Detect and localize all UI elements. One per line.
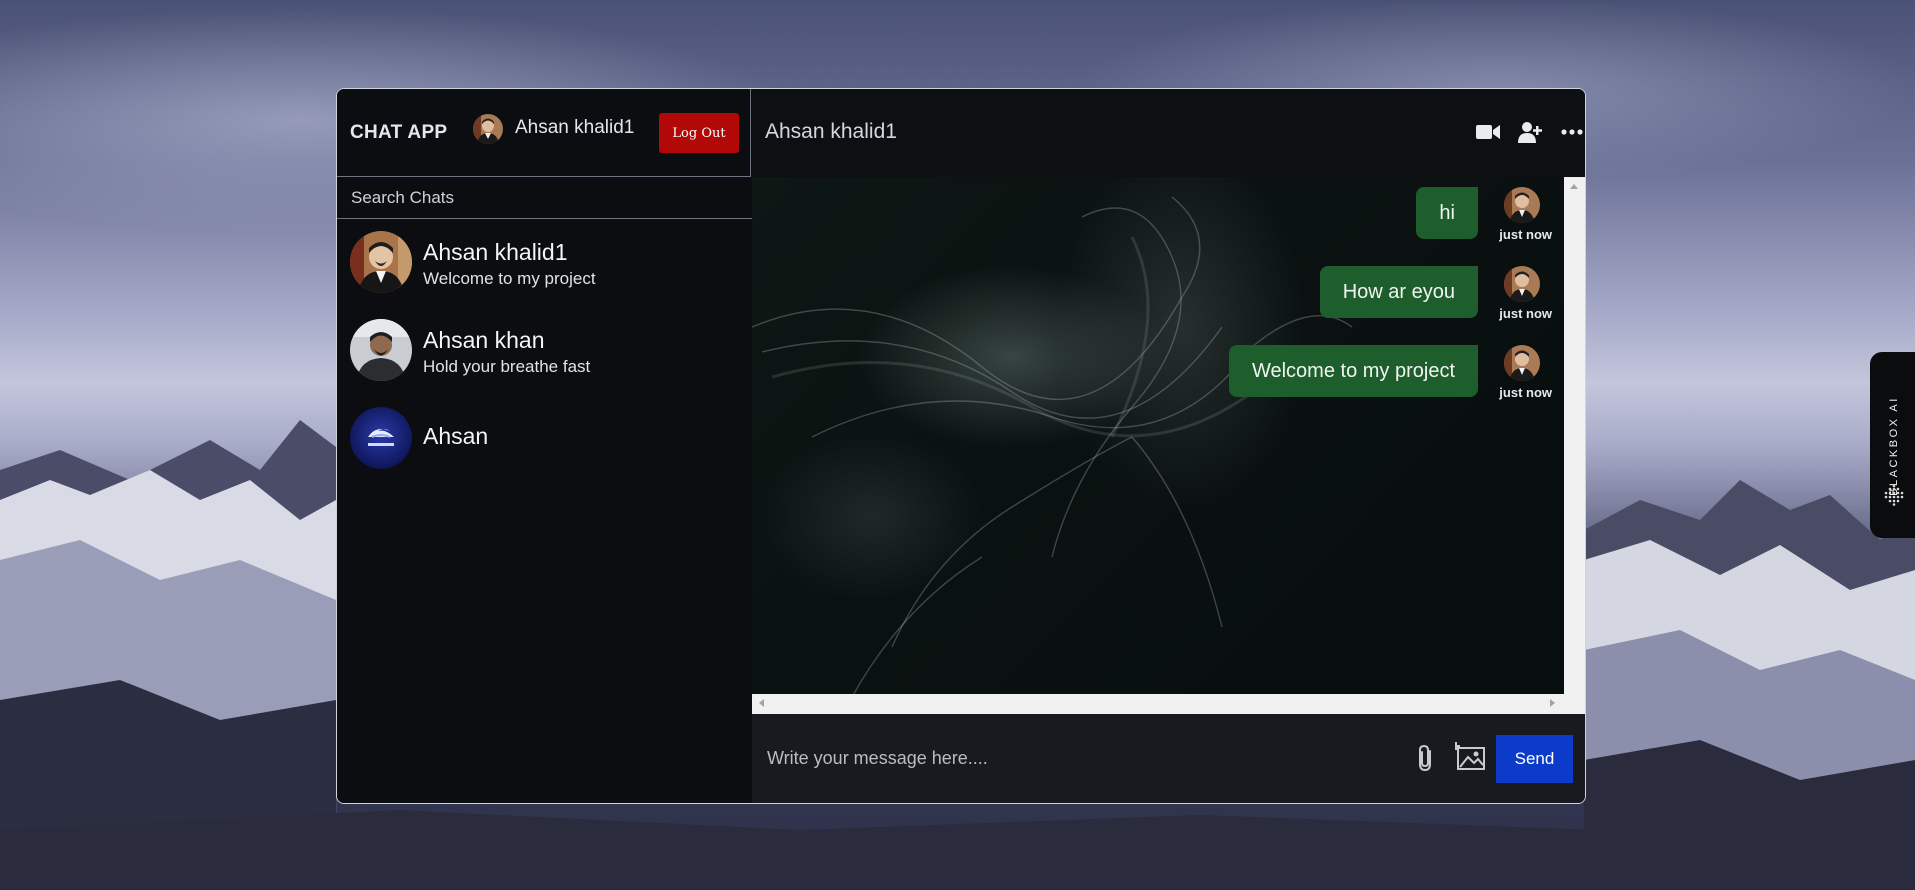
blackbox-ai-tab[interactable]: BLACKBOX AI: [1870, 352, 1915, 538]
message-input[interactable]: [752, 714, 1392, 803]
message-avatar: [1504, 266, 1540, 302]
conversation-header: Ahsan khalid1: [752, 89, 1585, 177]
sidebar-header: CHAT APP Ahsan khalid1 Log Out: [337, 89, 751, 177]
message-bubble: How ar eyou: [1319, 266, 1478, 318]
current-user-name: Ahsan khalid1: [515, 117, 635, 138]
chat-list-item[interactable]: Ahsan khalid1 Welcome to my project: [337, 219, 752, 307]
chat-list-item[interactable]: Ahsan khan Hold your breathe fast: [337, 307, 752, 395]
chat-preview: Hold your breathe fast: [423, 357, 591, 376]
message-list[interactable]: hi just now How ar eyou just now Welcome…: [752, 177, 1564, 782]
sidebar: CHAT APP Ahsan khalid1 Log Out Search Ch…: [337, 89, 752, 803]
send-button[interactable]: Send: [1496, 735, 1573, 783]
message-time: just now: [1499, 385, 1552, 400]
blackbox-logo-icon: [1883, 484, 1905, 506]
message-avatar: [1504, 345, 1540, 381]
blackbox-ai-label: BLACKBOX AI: [1888, 396, 1900, 496]
chat-name: Ahsan: [423, 423, 489, 449]
more-options-icon[interactable]: [1559, 119, 1585, 145]
scroll-up-arrow-icon[interactable]: [1570, 184, 1578, 189]
conversation-title: Ahsan khalid1: [765, 120, 897, 143]
chat-preview: Welcome to my project: [423, 269, 596, 288]
chat-list-item[interactable]: Ahsan: [337, 395, 752, 483]
paperclip-icon[interactable]: [1412, 743, 1440, 773]
scroll-left-arrow-icon[interactable]: [759, 699, 764, 707]
horizontal-scrollbar[interactable]: [752, 694, 1564, 714]
message-avatar: [1504, 187, 1540, 223]
chat-avatar: [350, 231, 412, 293]
message-bubble: hi: [1416, 187, 1478, 239]
search-input[interactable]: [337, 177, 752, 218]
logout-button[interactable]: Log Out: [659, 113, 739, 153]
chat-avatar: [350, 319, 412, 381]
message-bubble: Welcome to my project: [1228, 345, 1478, 397]
chat-app-window: CHAT APP Ahsan khalid1 Log Out Search Ch…: [336, 88, 1586, 804]
add-image-icon[interactable]: [1452, 740, 1487, 772]
vertical-scrollbar[interactable]: [1564, 177, 1585, 782]
chat-avatar: [350, 407, 412, 469]
chat-name: Ahsan khan: [423, 327, 545, 353]
message-row: hi just now: [752, 187, 1564, 249]
video-camera-icon[interactable]: [1475, 119, 1501, 145]
current-user-avatar: [473, 114, 503, 144]
message-composer: Send: [752, 714, 1585, 803]
chat-name: Ahsan khalid1: [423, 239, 568, 265]
message-time: just now: [1499, 227, 1552, 242]
scroll-right-arrow-icon[interactable]: [1550, 699, 1555, 707]
message-row: Welcome to my project just now: [752, 345, 1564, 407]
message-row: How ar eyou just now: [752, 266, 1564, 328]
search-bar: [337, 177, 752, 219]
conversation-panel: Ahsan khalid1 hi just now How ar eyou ju…: [752, 89, 1585, 803]
message-time: just now: [1499, 306, 1552, 321]
add-user-icon[interactable]: [1517, 119, 1543, 145]
app-title: CHAT APP: [350, 122, 448, 143]
